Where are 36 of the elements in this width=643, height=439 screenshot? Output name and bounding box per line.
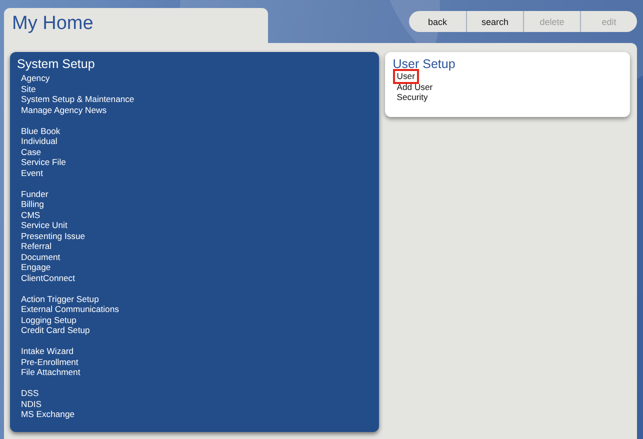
menu-link[interactable]: Intake Wizard [21,346,372,356]
menu-link[interactable]: Event [21,168,372,178]
menu-link[interactable]: Individual [21,136,372,146]
toolbar-button[interactable]: search [466,11,523,32]
page-title: My Home [4,8,268,43]
menu-link[interactable]: File Attachment [21,367,372,378]
menu-link[interactable]: Agency [21,73,372,84]
menu-link[interactable]: NDIS [21,398,372,409]
menu-link[interactable]: System Setup & Maintenance [21,94,372,104]
menu-link[interactable]: CMS [21,210,372,220]
panel-title: System Setup [17,57,96,71]
menu-link[interactable]: Site [21,84,372,94]
menu-link[interactable]: Presenting Issue [21,230,372,241]
menu-link[interactable]: Add User [394,82,435,92]
menu-link[interactable]: MS Exchange [21,409,372,420]
menu-link[interactable]: Engage [21,262,372,272]
menu-link[interactable]: Manage Agency News [21,104,372,115]
menu-link[interactable]: Service Unit [21,220,372,230]
menu-link[interactable]: Security [394,92,430,102]
menu-link[interactable]: Blue Book [21,126,372,136]
menu-link[interactable]: User [394,71,417,82]
menu-link[interactable]: Billing [21,199,372,210]
menu-link[interactable]: Case [21,146,372,157]
menu-link[interactable]: Pre-Enrollment [21,356,372,367]
menu-link[interactable]: Referral [21,241,372,252]
menu-link[interactable]: DSS [21,388,372,398]
menu-link[interactable]: ClientConnect [21,272,372,283]
card-title: User Setup [392,57,456,71]
menu-link[interactable]: External Communications [21,304,372,314]
menu-link[interactable]: Logging Setup [21,314,372,325]
menu-link[interactable]: Credit Card Setup [21,325,372,336]
toolbar-button[interactable]: back [409,11,466,32]
menu-link[interactable]: Document [21,252,372,262]
menu-link[interactable]: Funder [21,188,372,199]
menu-link[interactable]: Action Trigger Setup [21,294,372,304]
menu-link[interactable]: Service File [21,157,372,168]
